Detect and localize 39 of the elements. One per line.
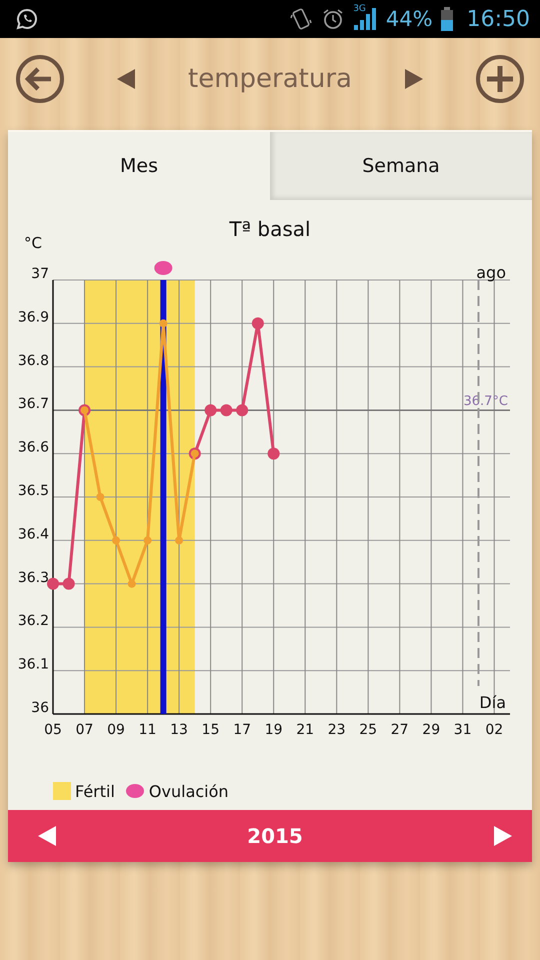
screen-title: temperatura	[187, 64, 353, 94]
y-tick-label: 36.6	[18, 440, 49, 456]
y-tick-label: 36.9	[18, 309, 49, 326]
legend-label: Fértil	[75, 782, 115, 800]
axis-note: Día	[479, 693, 506, 712]
y-tick-label: 36	[31, 700, 49, 716]
legend-label: Ovulación	[148, 782, 229, 800]
x-tick-label: 19	[264, 722, 283, 738]
x-tick-label: 29	[422, 722, 440, 738]
y-axis-unit: °C	[24, 234, 42, 252]
battery-percentage: 44%	[386, 7, 433, 31]
y-tick-label: 36.8	[18, 352, 49, 369]
x-tick-label: 17	[233, 722, 252, 738]
x-tick-label: 11	[138, 722, 156, 738]
y-tick-label: 36.3	[18, 570, 49, 586]
x-tick-label: 07	[76, 722, 94, 738]
x-tick-label: 21	[296, 722, 314, 738]
x-tick-label: 25	[359, 722, 378, 738]
tab[interactable]: Semana	[270, 132, 532, 200]
x-tick-label: 09	[107, 722, 125, 738]
y-tick-label: 36.7	[18, 396, 49, 412]
chart-title: Tª basal	[229, 217, 311, 241]
y-tick-label: 36.4	[18, 526, 49, 542]
network-type: 3G	[353, 4, 366, 14]
x-tick-label: 13	[170, 722, 188, 738]
x-tick-label: 23	[328, 722, 346, 738]
tab[interactable]: Mes	[8, 132, 270, 200]
x-tick-label: 02	[485, 722, 504, 738]
clock-time: 16:50	[466, 6, 530, 32]
x-tick-label: 31	[454, 722, 472, 738]
y-tick-label: 37	[31, 266, 49, 282]
y-tick-label: 36.5	[18, 483, 49, 499]
x-tick-label: 27	[390, 722, 409, 738]
axis-note: ago	[476, 263, 506, 282]
y-tick-label: 36.2	[18, 613, 49, 630]
x-tick-label: 05	[44, 722, 62, 738]
year-label: 2015	[247, 824, 303, 848]
y-tick-label: 36.1	[18, 656, 49, 673]
x-tick-label: 15	[202, 722, 220, 738]
